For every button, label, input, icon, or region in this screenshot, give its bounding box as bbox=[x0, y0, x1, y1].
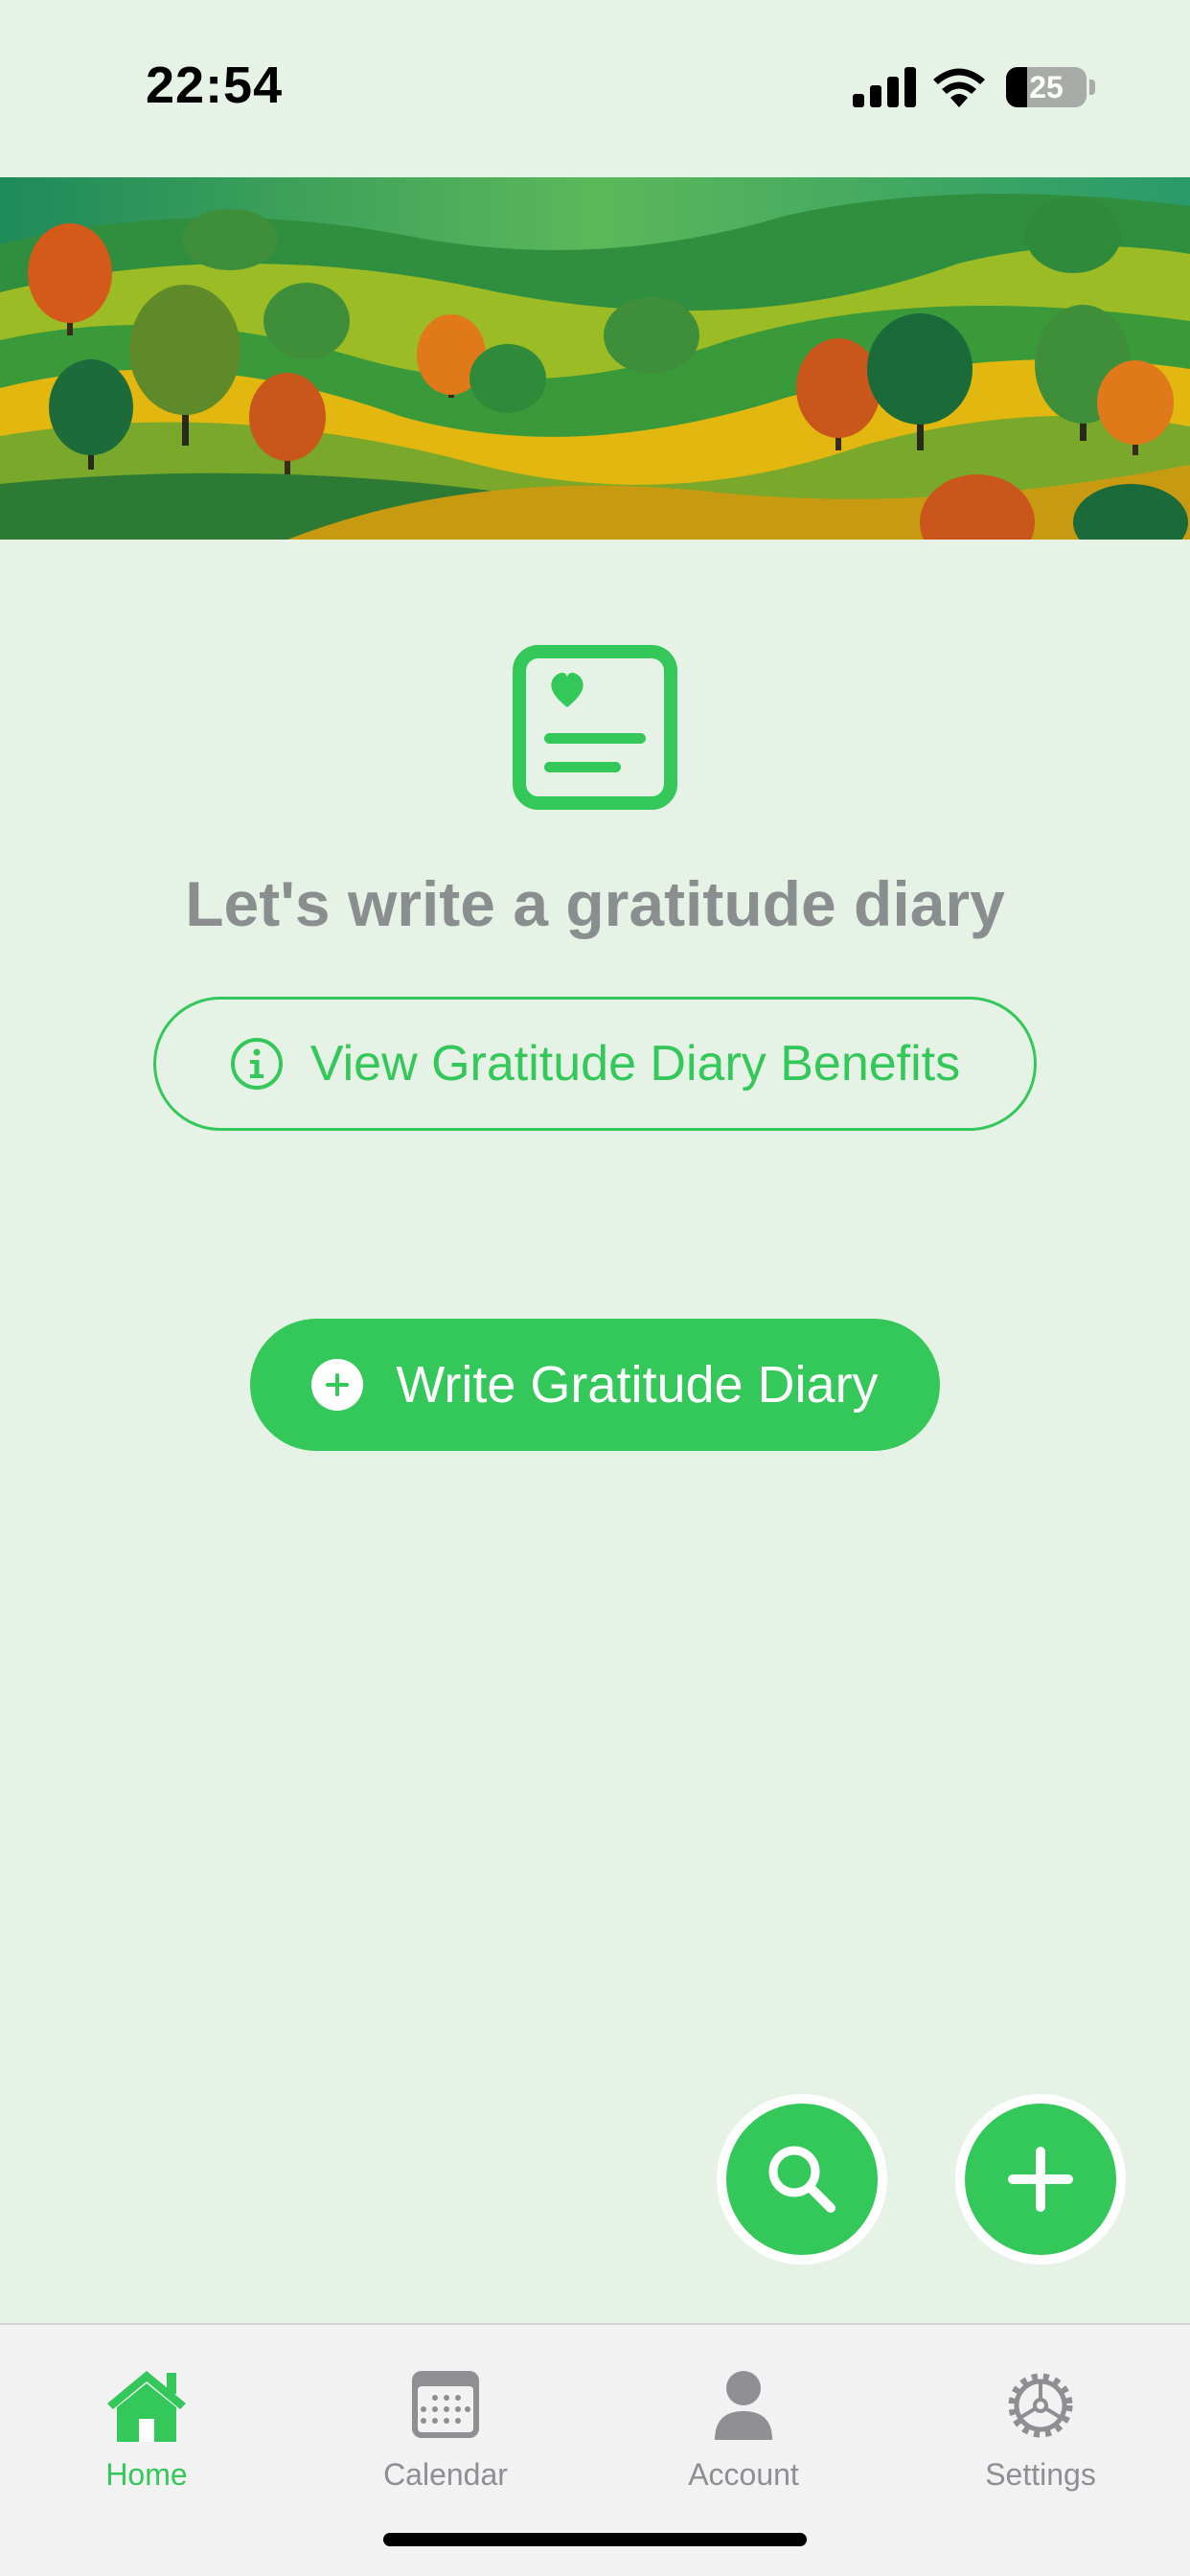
search-fab-button[interactable] bbox=[717, 2094, 887, 2265]
tab-settings[interactable]: Settings bbox=[945, 2342, 1136, 2496]
diary-heart-icon bbox=[513, 645, 677, 810]
view-benefits-label: View Gratitude Diary Benefits bbox=[309, 1036, 961, 1092]
home-indicator bbox=[383, 2533, 807, 2546]
tab-account-label: Account bbox=[688, 2457, 799, 2492]
battery-tip bbox=[1089, 80, 1095, 95]
tab-home[interactable]: Home bbox=[51, 2342, 242, 2496]
cellular-signal-icon bbox=[853, 67, 916, 107]
view-benefits-button[interactable]: View Gratitude Diary Benefits bbox=[153, 997, 1037, 1131]
info-icon bbox=[230, 1038, 283, 1090]
write-diary-button[interactable]: Write Gratitude Diary bbox=[250, 1319, 940, 1451]
tab-settings-label: Settings bbox=[985, 2457, 1096, 2492]
home-icon bbox=[107, 2371, 186, 2442]
search-icon bbox=[768, 2146, 835, 2213]
battery-icon: 25 bbox=[1006, 67, 1087, 107]
tab-account[interactable]: Account bbox=[648, 2342, 839, 2496]
plus-icon bbox=[1008, 2147, 1073, 2212]
status-time: 22:54 bbox=[146, 57, 284, 114]
wifi-icon bbox=[933, 68, 985, 107]
tab-calendar-label: Calendar bbox=[383, 2457, 508, 2492]
calendar-icon bbox=[412, 2371, 479, 2438]
status-bar: 22:54 25 bbox=[0, 0, 1190, 177]
write-diary-label: Write Gratitude Diary bbox=[396, 1356, 879, 1414]
banner-illustration bbox=[0, 177, 1190, 540]
add-fab-button[interactable] bbox=[955, 2094, 1126, 2265]
page-headline: Let's write a gratitude diary bbox=[185, 868, 1005, 939]
battery-level: 25 bbox=[1029, 70, 1064, 104]
tab-calendar[interactable]: Calendar bbox=[350, 2342, 541, 2496]
account-icon bbox=[715, 2371, 772, 2440]
gear-icon bbox=[1008, 2373, 1073, 2438]
plus-circle-icon bbox=[311, 1359, 364, 1411]
tab-home-label: Home bbox=[105, 2457, 188, 2492]
